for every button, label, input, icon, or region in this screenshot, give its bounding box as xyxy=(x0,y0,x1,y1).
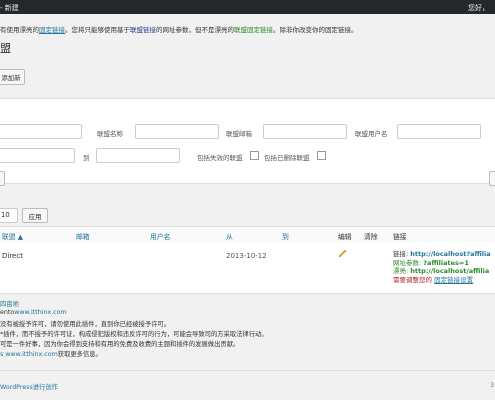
itthinx-link[interactable]: www.itthinx.com xyxy=(14,309,66,316)
affiliate-link-url: http://localhost?affilia xyxy=(410,250,491,258)
permalink-notice: 有使用漂亮的固定链接。您将只能够使用基于联盟链接的网址参数，但不是漂亮的联盟固定… xyxy=(0,24,358,34)
page-title: 盟 xyxy=(0,42,11,55)
permalink-warning: 需要调整您的 xyxy=(393,275,432,284)
include-inactive-checkbox[interactable] xyxy=(250,151,259,160)
affiliate-username-label: 联盟用户名 xyxy=(355,130,388,138)
wordpress-credit[interactable]: WordPress进行创作 xyxy=(0,384,58,391)
filter-id-input[interactable] xyxy=(0,124,82,139)
affiliate-email-label: 联盟邮箱 xyxy=(226,130,252,138)
credits-line: *插件，而不授予的许可证，构成侵犯版权和违反许可的行为，可能会导致司的方采取法律… xyxy=(0,331,268,338)
affiliate-name: Direct xyxy=(2,252,23,260)
add-new-label: 添加新 xyxy=(1,74,21,82)
credits-title[interactable]: 四亩地 xyxy=(0,299,19,308)
include-deleted-label: 包括已删除联盟 xyxy=(264,154,310,162)
affiliate-from-date: 2013-10-12 xyxy=(226,252,267,260)
footer-text: WordPress进行创作 xyxy=(0,382,58,391)
filter-panel: 联盟名称 联盟邮箱 联盟用户名 到 包括失效的联盟 包括已删除联盟 xyxy=(0,98,495,186)
affiliate-username-input[interactable] xyxy=(397,124,481,139)
credits-author-prefix: ento xyxy=(0,309,15,316)
include-deleted-checkbox[interactable] xyxy=(317,151,326,160)
affiliate-email-input[interactable] xyxy=(263,124,347,139)
col-email[interactable]: 邮箱 xyxy=(76,231,90,241)
filter-button[interactable] xyxy=(0,171,5,186)
pretty-link-url: http://localhost/affilia xyxy=(410,267,490,275)
date-to-label: 到 xyxy=(83,154,90,162)
col-link: 链接 xyxy=(393,233,407,241)
col-affiliate[interactable]: 联盟 ▲ xyxy=(2,231,23,241)
notice-text: 。除非你改变你的固定链接。 xyxy=(273,26,358,34)
credits-line: 可是一件好事，因为你会得到支持和有用的免费及收费的主题和插件的发展做出贡献。 xyxy=(0,341,240,348)
pretty-label: 漂亮: xyxy=(393,267,409,275)
itthinx-link[interactable]: s www.itthinx.com xyxy=(0,351,58,358)
admin-bar-account[interactable]: 您好， xyxy=(468,3,489,13)
link-label: 链接: xyxy=(393,250,409,258)
credits-more: s www.itthinx.com获取更多信息。 xyxy=(0,349,102,358)
footer-version: 3 xyxy=(490,382,495,389)
param-value: ?affiliates=1 xyxy=(423,258,469,267)
affiliate-permalink-term: 联盟固定链接 xyxy=(234,26,273,34)
table-header: 联盟 ▲ 邮箱 用户名 从 到 编辑 清除 链接 xyxy=(0,226,495,244)
add-new-button[interactable]: 添加新 xyxy=(0,69,25,85)
notice-text: 。您将只能够使用基于 xyxy=(65,26,130,34)
admin-bar: - 新建 您好， xyxy=(0,0,495,14)
clear-button[interactable] xyxy=(489,171,495,186)
footer-divider xyxy=(0,370,495,371)
notice-text: 的网址参数，但不是漂亮的 xyxy=(156,26,234,34)
param-label: 网址参数: xyxy=(393,258,422,267)
admin-bar-new[interactable]: - 新建 xyxy=(0,3,19,13)
col-to[interactable]: 到 xyxy=(282,231,289,241)
apply-button[interactable]: 应用 xyxy=(22,208,48,223)
permalink-link[interactable]: 固定链接 xyxy=(39,26,65,34)
credits-more-suffix: 获取更多信息。 xyxy=(57,351,102,358)
date-to-input[interactable] xyxy=(96,148,180,163)
notice-text: 有使用漂亮的 xyxy=(0,26,39,34)
col-username[interactable]: 用户名 xyxy=(150,231,170,241)
permalink-settings-link[interactable]: 固定链接设置 xyxy=(434,276,473,284)
credits-author: entowww.itthinx.com xyxy=(0,309,67,316)
table-row: Direct 2013-10-12 链接: http://localhost?a… xyxy=(0,243,495,294)
col-clear: 清除 xyxy=(364,233,378,241)
apply-label: 应用 xyxy=(28,212,42,221)
edit-icon[interactable] xyxy=(338,249,347,260)
credits-line: 没有被授予许可，请勿使用此插件，直到你已经被授予许可。 xyxy=(0,321,171,328)
include-inactive-label: 包括失效的联盟 xyxy=(197,154,243,162)
affiliate-link-term: 联盟链接 xyxy=(130,26,156,34)
affiliate-name-input[interactable] xyxy=(135,124,219,139)
date-from-input[interactable] xyxy=(0,148,75,163)
col-from[interactable]: 从 xyxy=(226,231,233,241)
col-edit: 编辑 xyxy=(338,233,352,241)
affiliate-name-label: 联盟名称 xyxy=(97,130,123,138)
per-page-input[interactable]: 10 xyxy=(0,208,18,223)
